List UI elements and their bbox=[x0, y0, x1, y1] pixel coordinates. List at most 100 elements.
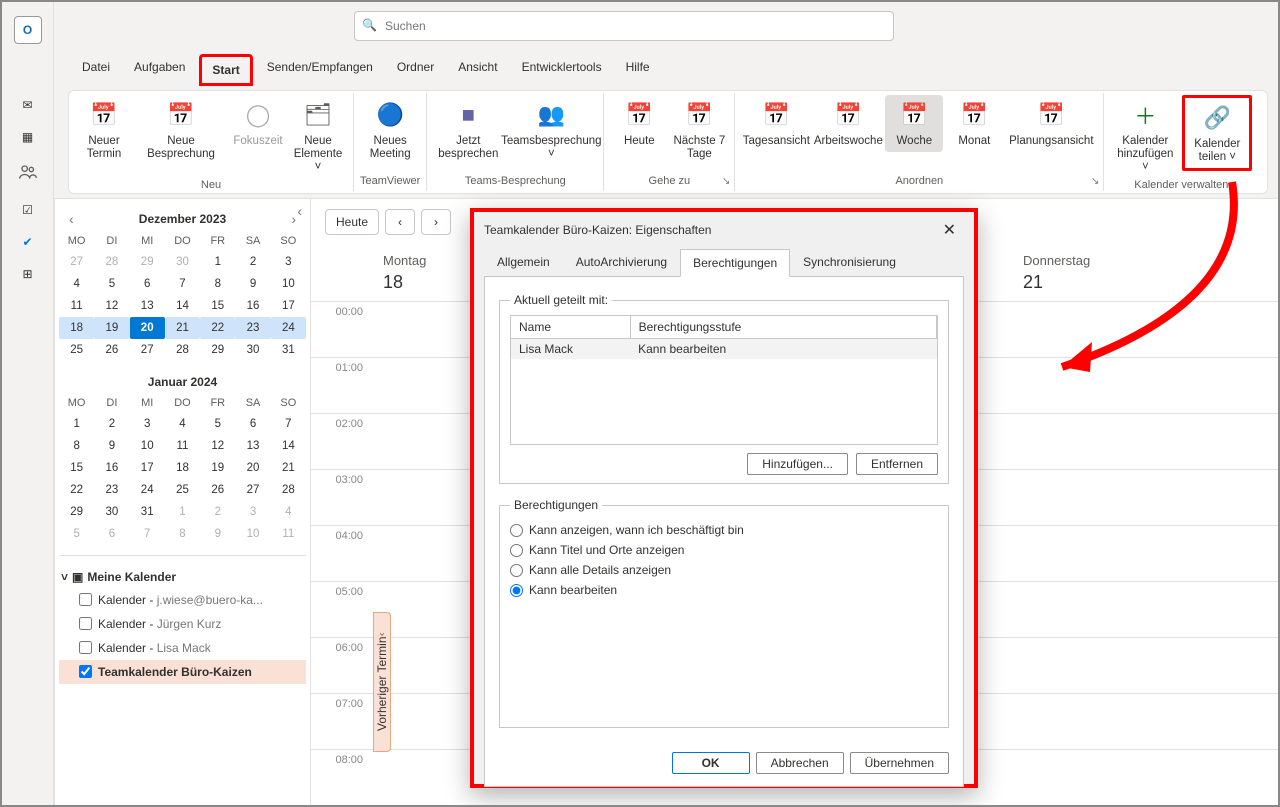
minical-day[interactable]: 4 bbox=[271, 501, 306, 523]
gehezu-launcher-icon[interactable]: ↘ bbox=[722, 176, 730, 187]
tab-berechtigungen[interactable]: Berechtigungen bbox=[680, 249, 790, 277]
minical-day[interactable]: 12 bbox=[200, 435, 235, 457]
minical-day[interactable]: 1 bbox=[59, 413, 94, 435]
neues-meeting-button[interactable]: 🔵Neues Meeting bbox=[361, 95, 419, 165]
minical-day[interactable]: 18 bbox=[59, 317, 94, 339]
apply-button[interactable]: Übernehmen bbox=[850, 752, 949, 774]
perm-details-radio[interactable]: Kann alle Details anzeigen bbox=[510, 560, 938, 580]
add-button[interactable]: Hinzufügen... bbox=[747, 453, 848, 475]
monat-button[interactable]: 📅Monat bbox=[945, 95, 1003, 152]
neue-elemente-button[interactable]: 🗂Neue Elemente ˅ bbox=[289, 95, 347, 179]
minical-day[interactable]: 15 bbox=[59, 457, 94, 479]
close-button[interactable]: ✕ bbox=[935, 218, 964, 242]
tab-synchronisierung[interactable]: Synchronisierung bbox=[790, 248, 909, 276]
minical-day[interactable]: 11 bbox=[271, 523, 306, 545]
minical-day[interactable]: 4 bbox=[165, 413, 200, 435]
tasks-rail-icon[interactable]: ☑ bbox=[22, 203, 33, 217]
calendar-checkbox[interactable] bbox=[79, 617, 92, 630]
perm-edit-radio[interactable]: Kann bearbeiten bbox=[510, 580, 938, 600]
minical-day[interactable]: 1 bbox=[200, 251, 235, 273]
more-apps-rail-icon[interactable]: ⊞ bbox=[22, 267, 32, 281]
minical-day[interactable]: 16 bbox=[94, 457, 129, 479]
minical-day[interactable]: 23 bbox=[235, 317, 270, 339]
perm-busy-radio[interactable]: Kann anzeigen, wann ich beschäftigt bin bbox=[510, 520, 938, 540]
minical-day[interactable]: 26 bbox=[94, 339, 129, 361]
mail-rail-icon[interactable]: ✉ bbox=[22, 98, 32, 112]
calendar-rail-icon[interactable]: ▦ bbox=[22, 130, 33, 144]
minical-day[interactable]: 16 bbox=[235, 295, 270, 317]
tab-aufgaben[interactable]: Aufgaben bbox=[124, 54, 195, 86]
minical-day[interactable]: 19 bbox=[94, 317, 129, 339]
search-input[interactable] bbox=[354, 11, 894, 41]
minical-day[interactable]: 7 bbox=[271, 413, 306, 435]
neuer-termin-button[interactable]: 📅Neuer Termin bbox=[75, 95, 133, 165]
minical-day[interactable]: 5 bbox=[59, 523, 94, 545]
minical-day[interactable]: 22 bbox=[200, 317, 235, 339]
tab-ansicht[interactable]: Ansicht bbox=[448, 54, 507, 86]
minical-day[interactable]: 22 bbox=[59, 479, 94, 501]
prev-week-button[interactable]: ‹ bbox=[385, 209, 415, 235]
tab-entwicklertools[interactable]: Entwicklertools bbox=[512, 54, 612, 86]
todo-rail-icon[interactable]: ✔ bbox=[22, 235, 32, 249]
minical-day[interactable]: 29 bbox=[200, 339, 235, 361]
minical-day[interactable]: 29 bbox=[130, 251, 165, 273]
calendar-list-item[interactable]: Kalender - Lisa Mack bbox=[59, 636, 306, 660]
minical-day[interactable]: 20 bbox=[235, 457, 270, 479]
perm-titles-radio[interactable]: Kann Titel und Orte anzeigen bbox=[510, 540, 938, 560]
calendar-list-item[interactable]: Kalender - j.wiese@buero-ka... bbox=[59, 588, 306, 612]
tab-start[interactable]: Start bbox=[199, 54, 252, 86]
minical-day[interactable]: 7 bbox=[130, 523, 165, 545]
table-row[interactable]: Lisa MackKann bearbeiten bbox=[511, 339, 937, 360]
remove-button[interactable]: Entfernen bbox=[856, 453, 938, 475]
minical-day[interactable]: 23 bbox=[94, 479, 129, 501]
minical-day[interactable]: 28 bbox=[165, 339, 200, 361]
woche-button[interactable]: 📅Woche bbox=[885, 95, 943, 152]
today-button[interactable]: Heute bbox=[325, 209, 379, 235]
minical-day[interactable]: 8 bbox=[59, 435, 94, 457]
minical-day[interactable]: 4 bbox=[59, 273, 94, 295]
minical-day[interactable]: 1 bbox=[165, 501, 200, 523]
kalender-teilen-button[interactable]: 🔗Kalender teilen ˅ bbox=[1182, 95, 1252, 171]
minical-day[interactable]: 15 bbox=[200, 295, 235, 317]
minical-day[interactable]: 11 bbox=[59, 295, 94, 317]
minical-day[interactable]: 30 bbox=[235, 339, 270, 361]
minical-day[interactable]: 19 bbox=[200, 457, 235, 479]
group-checkbox-icon[interactable]: ▣ bbox=[72, 570, 83, 584]
minical-day[interactable]: 29 bbox=[59, 501, 94, 523]
minical-day[interactable]: 17 bbox=[271, 295, 306, 317]
minical-day[interactable]: 3 bbox=[130, 413, 165, 435]
heute-button[interactable]: 📅Heute bbox=[610, 95, 668, 152]
collapse-sidebar-icon[interactable]: ‹ bbox=[297, 203, 302, 219]
minical-day[interactable]: 21 bbox=[165, 317, 200, 339]
minical-day[interactable]: 9 bbox=[94, 435, 129, 457]
minical-day[interactable]: 6 bbox=[235, 413, 270, 435]
minical-day[interactable]: 8 bbox=[165, 523, 200, 545]
minical-day[interactable]: 25 bbox=[165, 479, 200, 501]
minical-day[interactable]: 2 bbox=[200, 501, 235, 523]
teamsbesprechung-button[interactable]: 👥Teamsbesprechung ˅ bbox=[505, 95, 597, 165]
minical-day[interactable]: 27 bbox=[235, 479, 270, 501]
minical-day[interactable]: 10 bbox=[235, 523, 270, 545]
minical-day[interactable]: 28 bbox=[271, 479, 306, 501]
minical-day[interactable]: 6 bbox=[94, 523, 129, 545]
minical-day[interactable]: 3 bbox=[235, 501, 270, 523]
tab-ordner[interactable]: Ordner bbox=[387, 54, 444, 86]
minical-day[interactable]: 26 bbox=[200, 479, 235, 501]
minical-day[interactable]: 12 bbox=[94, 295, 129, 317]
minical-day[interactable]: 27 bbox=[59, 251, 94, 273]
my-calendars-header[interactable]: ˅▣Meine Kalender bbox=[59, 566, 306, 588]
minical-day[interactable]: 13 bbox=[130, 295, 165, 317]
minical-day[interactable]: 17 bbox=[130, 457, 165, 479]
minical-day[interactable]: 18 bbox=[165, 457, 200, 479]
minical-day[interactable]: 13 bbox=[235, 435, 270, 457]
calendar-checkbox[interactable] bbox=[79, 665, 92, 678]
anordnen-launcher-icon[interactable]: ↘ bbox=[1091, 176, 1099, 187]
minical-day[interactable]: 20 bbox=[130, 317, 165, 339]
tab-allgemein[interactable]: Allgemein bbox=[484, 248, 563, 276]
minical-day[interactable]: 31 bbox=[271, 339, 306, 361]
arbeitswoche-button[interactable]: 📅Arbeitswoche bbox=[813, 95, 883, 152]
minical-day[interactable]: 14 bbox=[271, 435, 306, 457]
minical-day[interactable]: 9 bbox=[235, 273, 270, 295]
minical-day[interactable]: 14 bbox=[165, 295, 200, 317]
jetzt-besprechen-button[interactable]: ■Jetzt besprechen bbox=[433, 95, 503, 165]
